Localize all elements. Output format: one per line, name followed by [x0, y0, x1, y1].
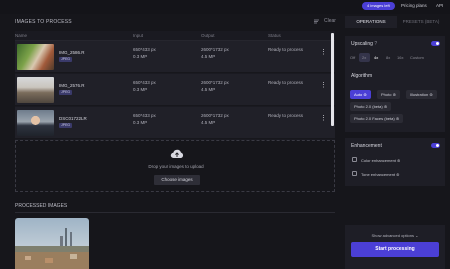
- upscale-8x[interactable]: 8x: [386, 55, 390, 60]
- table-row[interactable]: IMG_2586.R JPEG 650*433 px 0.3 MP 2600*1…: [15, 41, 335, 73]
- column-input: Input: [133, 33, 144, 38]
- output-megapixels: 4.5 MP: [201, 120, 216, 125]
- tone-enhancement-label: Tone enhancement ⊛: [361, 172, 400, 177]
- clear-icon: [314, 19, 319, 23]
- tone-enhancement-checkbox[interactable]: [352, 171, 357, 176]
- format-badge: JPEG: [59, 90, 73, 95]
- choose-images-button[interactable]: Choose images: [154, 175, 200, 185]
- info-icon: ⊛: [396, 172, 400, 177]
- upscaling-toggle[interactable]: [431, 41, 440, 46]
- divider: [15, 212, 335, 213]
- tab-presets[interactable]: PRESETS (BETA): [397, 16, 445, 28]
- upscale-16x[interactable]: 16x: [397, 55, 403, 60]
- upscale-2x[interactable]: 2x: [362, 55, 366, 60]
- credits-button[interactable]: 4 images left: [362, 2, 395, 10]
- file-name: IMG_2586.R: [59, 50, 85, 55]
- file-name: DSC01722LR: [59, 116, 87, 121]
- output-megapixels: 4.5 MP: [201, 54, 216, 59]
- info-icon: ?: [374, 41, 378, 47]
- color-enhancement-checkbox[interactable]: [352, 157, 357, 162]
- table-scrollbar[interactable]: [331, 33, 334, 126]
- status-text: Ready to process: [268, 113, 304, 118]
- algorithm-photo2-button[interactable]: Photo 2.0 (beta) ⊛: [350, 102, 392, 111]
- column-status: Status: [268, 33, 281, 38]
- column-output: Output: [201, 33, 215, 38]
- algorithm-illustration-button[interactable]: Illustration ⊛: [406, 90, 437, 99]
- processed-image-thumbnail[interactable]: [15, 218, 89, 269]
- processed-images-title: PROCESSED IMAGES: [15, 203, 68, 209]
- input-dimensions: 650*433 px: [133, 47, 156, 52]
- upscale-4x[interactable]: 4x: [374, 55, 378, 60]
- api-link[interactable]: API: [436, 2, 443, 10]
- input-dimensions: 650*433 px: [133, 80, 156, 85]
- info-icon: ⊛: [383, 104, 388, 109]
- status-text: Ready to process: [268, 80, 304, 85]
- process-actions: Show advanced options ⌄ Start processing: [345, 225, 445, 269]
- images-to-process-title: IMAGES TO PROCESS: [15, 19, 72, 25]
- output-dimensions: 2600*1732 px: [201, 80, 229, 85]
- info-icon: ⊛: [397, 158, 401, 163]
- output-dimensions: 2600*1732 px: [201, 47, 229, 52]
- format-badge: JPEG: [59, 123, 73, 128]
- chevron-down-icon: ⌄: [415, 233, 419, 238]
- info-icon: ⊛: [363, 92, 367, 97]
- pricing-link[interactable]: Pricing plans: [401, 2, 427, 10]
- upload-dropzone[interactable]: Drop your images to upload Choose images: [15, 140, 335, 192]
- info-icon: ⊛: [429, 92, 433, 97]
- enhancement-title: Enhancement: [351, 143, 382, 149]
- enhancement-toggle[interactable]: [431, 143, 440, 148]
- status-text: Ready to process: [268, 47, 304, 52]
- algorithm-title: Algorithm: [351, 73, 373, 79]
- row-menu-icon[interactable]: ⋮: [320, 115, 327, 122]
- row-menu-icon[interactable]: ⋮: [320, 82, 327, 89]
- upscale-custom[interactable]: Custom: [410, 55, 424, 60]
- input-megapixels: 0.3 MP: [133, 120, 148, 125]
- city-skyline-image: [15, 218, 89, 269]
- algorithm-photo2-faces-button[interactable]: Photo 2.0 Faces (beta) ⊛: [350, 114, 404, 123]
- row-menu-icon[interactable]: ⋮: [320, 49, 327, 56]
- start-processing-button[interactable]: Start processing: [351, 242, 439, 257]
- image-thumbnail: [17, 110, 54, 136]
- cloud-upload-icon: [170, 149, 184, 159]
- output-megapixels: 4.5 MP: [201, 87, 216, 92]
- table-row[interactable]: DSC01722LR JPEG 650*433 px 0.3 MP 2600*1…: [15, 107, 335, 139]
- panel-tabs: OPERATIONS PRESETS (BETA): [345, 16, 445, 28]
- table-row[interactable]: IMG_2576.R JPEG 650*433 px 0.3 MP 2600*1…: [15, 74, 335, 106]
- column-name: Name: [15, 33, 28, 38]
- upscaling-title: Upscaling ?: [351, 41, 378, 47]
- input-megapixels: 0.3 MP: [133, 54, 148, 59]
- algorithm-photo-button[interactable]: Photo ⊛: [377, 90, 400, 99]
- image-thumbnail: [17, 44, 54, 70]
- upscale-off[interactable]: Off: [350, 55, 355, 60]
- input-dimensions: 650*433 px: [133, 113, 156, 118]
- input-megapixels: 0.3 MP: [133, 87, 148, 92]
- dropzone-text: Drop your images to upload: [148, 164, 204, 169]
- algorithm-auto-button[interactable]: Auto ⊛: [350, 90, 371, 99]
- scrollbar-thumb[interactable]: [331, 33, 334, 126]
- clear-button[interactable]: Clear: [314, 18, 336, 24]
- format-badge: JPEG: [59, 57, 73, 62]
- output-dimensions: 2600*1732 px: [201, 113, 229, 118]
- advanced-options-toggle[interactable]: Show advanced options ⌄: [345, 233, 445, 238]
- tab-operations[interactable]: OPERATIONS: [345, 16, 397, 28]
- color-enhancement-label: Color enhancement ⊛: [361, 158, 401, 163]
- top-bar: 4 images left Pricing plans API: [0, 0, 450, 14]
- clear-label: Clear: [324, 18, 336, 24]
- image-thumbnail: [17, 77, 54, 103]
- info-icon: ⊛: [395, 116, 400, 121]
- file-name: IMG_2576.R: [59, 83, 85, 88]
- info-icon: ⊛: [392, 92, 396, 97]
- table-header: Name Input Output Status: [15, 31, 335, 41]
- images-table: Name Input Output Status IMG_2586.R JPEG…: [15, 31, 335, 140]
